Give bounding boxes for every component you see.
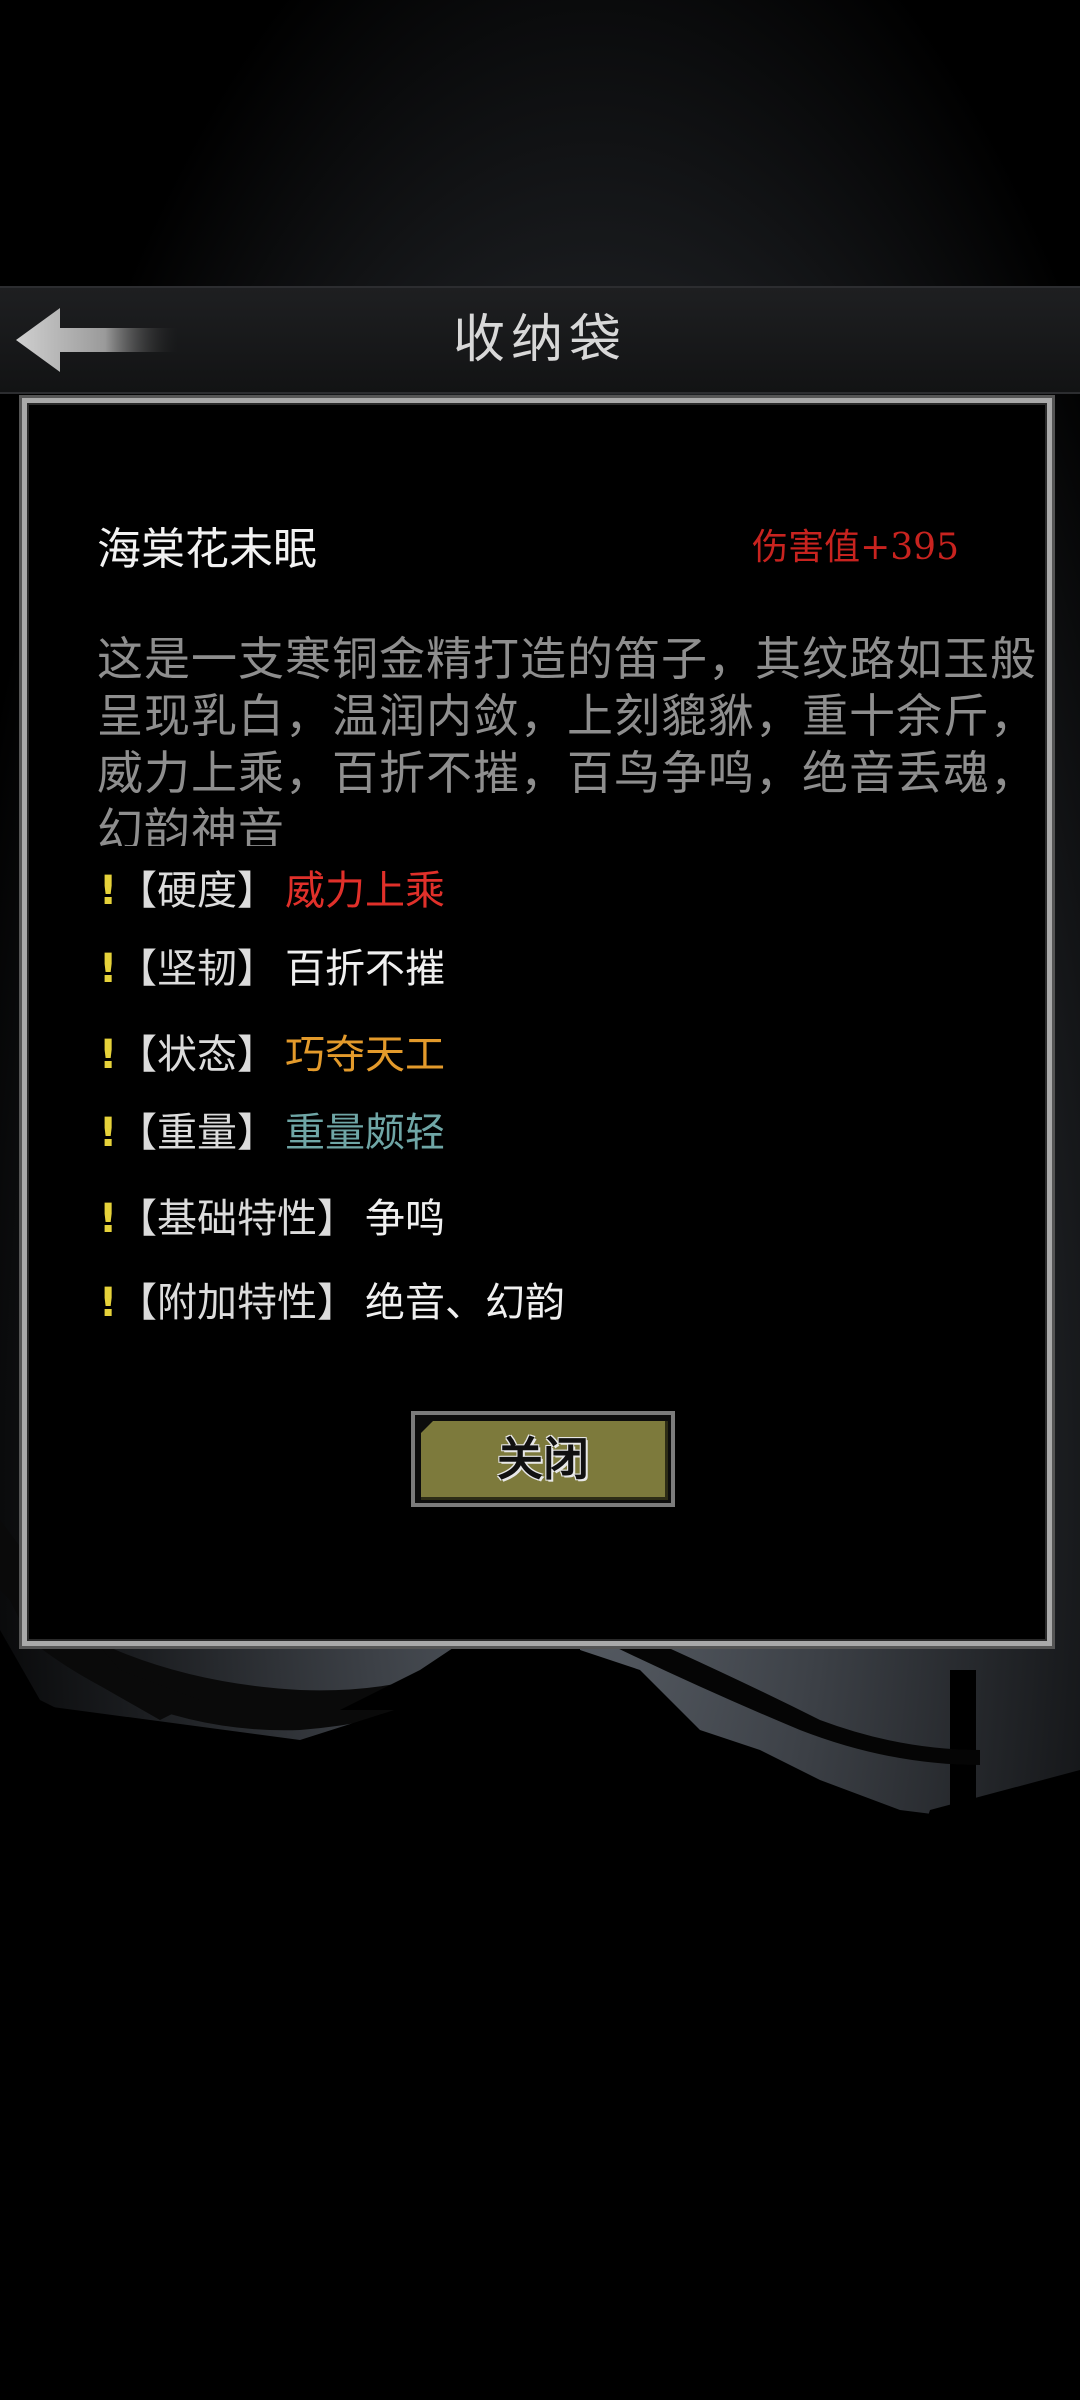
attribute-marker: ! xyxy=(99,1032,118,1078)
item-damage-stat: 伤害值+395 xyxy=(752,527,959,568)
attribute-marker: ! xyxy=(99,1196,118,1242)
attribute-label: 【硬度】 xyxy=(117,868,277,914)
attribute-value: 绝音、幻韵 xyxy=(365,1280,565,1326)
attribute-value: 争鸣 xyxy=(365,1196,445,1242)
attribute-row-extra-trait: !【附加特性】 绝音、幻韵 xyxy=(99,1275,565,1331)
attribute-marker: ! xyxy=(99,868,118,914)
item-description: 这是一支寒铜金精打造的笛子，其纹路如玉般呈现乳白，温润内敛，上刻貔貅，重十余斤，… xyxy=(97,632,1037,846)
item-name: 海棠花未眠 xyxy=(97,524,317,575)
attribute-label: 【状态】 xyxy=(117,1032,277,1078)
header-bar: 收纳袋 xyxy=(0,286,1080,394)
attribute-row-base-trait: !【基础特性】 争鸣 xyxy=(99,1191,445,1247)
attribute-value: 威力上乘 xyxy=(285,868,445,914)
close-button-label: 关闭 xyxy=(497,1432,589,1486)
attribute-label: 【基础特性】 xyxy=(117,1196,357,1242)
rooftop-silhouette xyxy=(0,1520,1080,2400)
attribute-marker: ! xyxy=(99,1110,118,1156)
item-detail-dialog: 海棠花未眠 伤害值+395 这是一支寒铜金精打造的笛子，其纹路如玉般呈现乳白，温… xyxy=(22,398,1052,1646)
item-description-scroll[interactable]: 这是一支寒铜金精打造的笛子，其纹路如玉般呈现乳白，温润内敛，上刻貔貅，重十余斤，… xyxy=(97,631,1043,846)
attribute-row-status: !【状态】 巧夺天工 xyxy=(99,1027,445,1083)
attribute-row-hardness: !【硬度】 威力上乘 xyxy=(99,863,445,919)
page-title: 收纳袋 xyxy=(452,310,627,370)
attribute-value: 巧夺天工 xyxy=(285,1032,445,1078)
attribute-marker: ! xyxy=(99,1280,118,1326)
attribute-value: 重量颇轻 xyxy=(285,1110,445,1156)
attribute-row-toughness: !【坚韧】 百折不摧 xyxy=(99,941,445,997)
attribute-label: 【附加特性】 xyxy=(117,1280,357,1326)
attribute-label: 【坚韧】 xyxy=(117,946,277,992)
attribute-value: 百折不摧 xyxy=(285,946,445,992)
attribute-row-weight: !【重量】 重量颇轻 xyxy=(99,1105,445,1161)
attribute-marker: ! xyxy=(99,946,118,992)
close-button[interactable]: 关闭 xyxy=(411,1411,675,1507)
attribute-label: 【重量】 xyxy=(117,1110,277,1156)
